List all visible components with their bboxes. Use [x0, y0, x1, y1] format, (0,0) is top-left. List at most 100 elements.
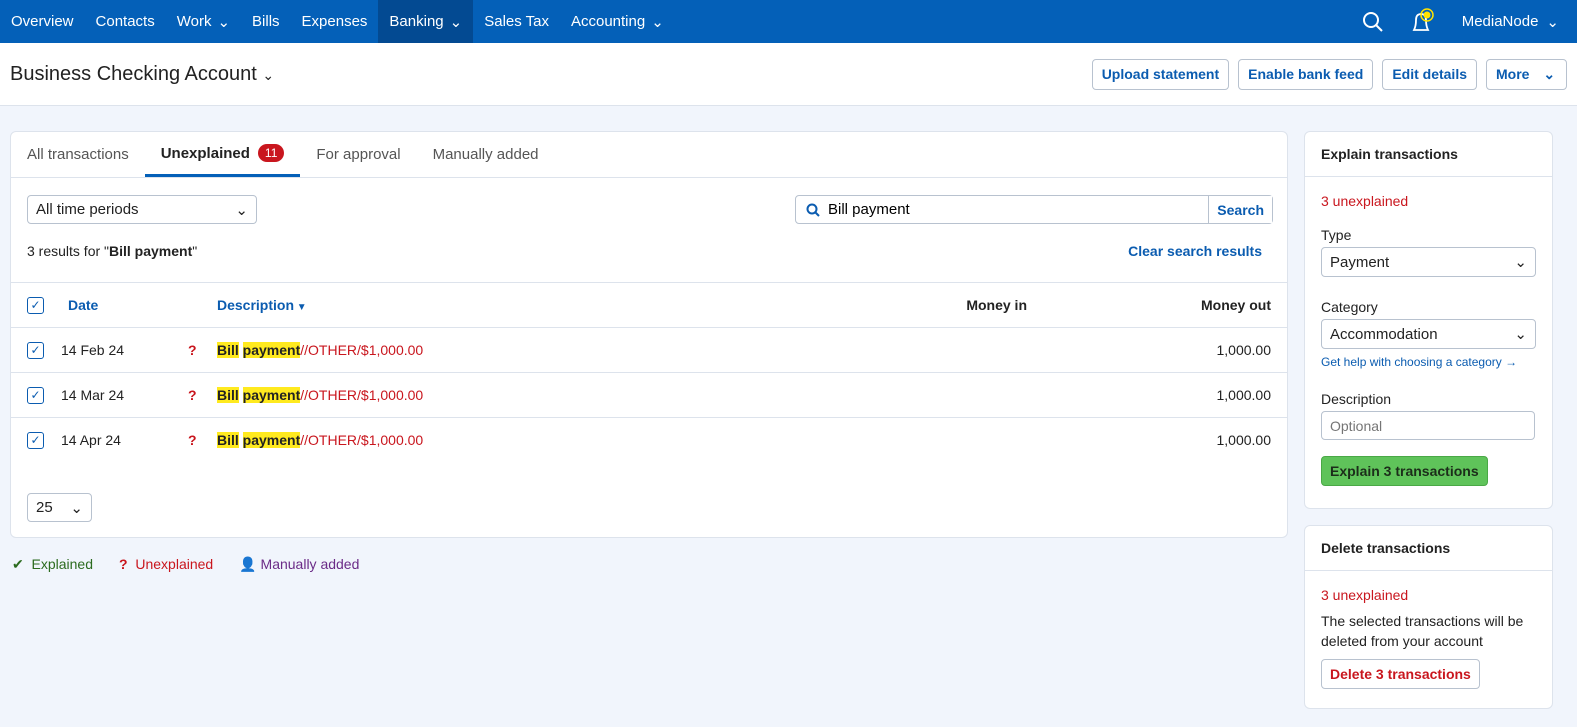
row-date: 14 Apr 24 [61, 432, 121, 448]
status-legend: ✔ Explained ? Unexplained 👤 Manually add… [12, 556, 359, 573]
results-prefix: 3 results for " [27, 243, 109, 259]
results-summary: 3 results for "Bill payment" [27, 243, 197, 259]
row-checkbox[interactable]: ✓ [27, 431, 44, 449]
tab-for-approval[interactable]: For approval [300, 132, 416, 177]
chevron-down-icon: ⌄ [651, 13, 664, 31]
nav-work[interactable]: Work ⌄ [166, 0, 241, 43]
nav-label: Overview [11, 13, 74, 30]
category-help-link[interactable]: Get help with choosing a category → [1321, 355, 1536, 369]
legend-manual: Manually added [260, 556, 360, 572]
nav-bills[interactable]: Bills [241, 0, 291, 43]
tab-label: For approval [316, 146, 401, 163]
clear-search-link[interactable]: Clear search results [1128, 243, 1262, 259]
tab-label: Unexplained [160, 144, 250, 162]
nav-accounting[interactable]: Accounting ⌄ [560, 0, 675, 43]
delete-title: Delete transactions [1305, 526, 1552, 571]
category-select[interactable]: Accommodation ⌄ [1321, 319, 1536, 349]
tab-all-transactions[interactable]: All transactions [11, 132, 145, 177]
chevron-down-icon: ⌄ [70, 499, 83, 517]
page-header: Business Checking Account ⌄ Upload state… [0, 43, 1577, 106]
chevron-down-icon: ⌄ [1514, 254, 1527, 271]
nav-contacts[interactable]: Contacts [85, 0, 166, 43]
sort-desc-icon: ▼ [294, 302, 307, 313]
chevron-down-icon: ⌄ [262, 66, 275, 83]
description-rest: //OTHER/$1,000.00 [300, 342, 424, 358]
description-input[interactable] [1321, 411, 1535, 440]
category-value: Accommodation [1330, 325, 1438, 343]
date-header[interactable]: Date [68, 297, 98, 313]
check-icon: ✔ [12, 556, 24, 572]
explain-button[interactable]: Explain 3 transactions [1321, 456, 1488, 486]
table-row[interactable]: ✓ 14 Feb 24 ? Bill payment//OTHER/$1,000… [11, 327, 1287, 372]
row-money-out: 1,000.00 [1216, 387, 1272, 403]
nav-label: Bills [252, 13, 280, 30]
row-date: 14 Mar 24 [61, 387, 125, 403]
category-label: Category [1321, 299, 1378, 315]
table-row[interactable]: ✓ 14 Apr 24 ? Bill payment//OTHER/$1,000… [11, 417, 1287, 462]
more-button[interactable]: More ⌄ [1486, 58, 1567, 90]
description-header-label: Description [217, 297, 295, 313]
highlight: Bill [217, 342, 239, 358]
type-value: Payment [1330, 253, 1390, 271]
unexplained-icon: ? [188, 432, 197, 448]
type-label: Type [1321, 227, 1352, 243]
explain-title: Explain transactions [1305, 132, 1552, 177]
results-term: Bill payment [109, 243, 193, 259]
nav-label: Expenses [301, 13, 368, 30]
upload-statement-button[interactable]: Upload statement [1091, 58, 1230, 90]
unexplained-icon: ? [188, 387, 197, 403]
row-description[interactable]: Bill payment//OTHER/$1,000.00 [217, 387, 423, 403]
description-header[interactable]: Description ▼ [217, 297, 307, 313]
results-suffix: " [192, 243, 198, 259]
highlight: payment [242, 387, 301, 403]
money-out-header: Money out [1201, 297, 1271, 313]
search-box: Search [795, 195, 1273, 224]
period-select[interactable]: All time periods ⌄ [27, 195, 257, 224]
nav-expenses[interactable]: Expenses [291, 0, 379, 43]
highlight: payment [242, 342, 301, 358]
enable-bank-feed-button[interactable]: Enable bank feed [1238, 58, 1374, 90]
row-checkbox[interactable]: ✓ [27, 386, 44, 404]
select-all-checkbox[interactable]: ✓ [27, 296, 44, 314]
delete-button[interactable]: Delete 3 transactions [1321, 659, 1480, 689]
nav-sales-tax[interactable]: Sales Tax [473, 0, 560, 43]
search-icon [806, 203, 820, 217]
delete-panel: Delete transactions 3 unexplained The se… [1304, 525, 1553, 709]
search-icon[interactable] [1362, 11, 1384, 33]
top-nav: Overview Contacts Work ⌄ Bills Expenses B… [0, 0, 1577, 43]
nav-label: Sales Tax [484, 13, 549, 30]
row-description[interactable]: Bill payment//OTHER/$1,000.00 [217, 342, 423, 358]
chevron-down-icon: ⌄ [235, 201, 248, 219]
nav-label: Banking [389, 13, 444, 30]
page-size-select[interactable]: 25 ⌄ [27, 493, 92, 522]
nav-banking[interactable]: Banking ⌄ [378, 0, 474, 43]
table-row[interactable]: ✓ 14 Mar 24 ? Bill payment//OTHER/$1,000… [11, 372, 1287, 417]
type-select[interactable]: Payment ⌄ [1321, 247, 1536, 277]
bell-icon[interactable] [1410, 7, 1436, 36]
edit-details-button[interactable]: Edit details [1382, 58, 1477, 90]
user-menu[interactable]: MediaNode ⌄ [1462, 13, 1559, 31]
row-date: 14 Feb 24 [61, 342, 125, 358]
chevron-down-icon: ⌄ [1546, 13, 1559, 31]
highlight: payment [242, 432, 301, 448]
highlight: Bill [217, 387, 239, 403]
tab-unexplained[interactable]: Unexplained 11 [144, 132, 301, 177]
chevron-down-icon: ⌄ [449, 13, 463, 31]
highlight: Bill [217, 432, 239, 448]
more-label: More [1496, 65, 1530, 82]
tab-manually-added[interactable]: Manually added [417, 132, 555, 177]
nav-label: Contacts [95, 13, 155, 30]
description-rest: //OTHER/$1,000.00 [300, 432, 424, 448]
row-description[interactable]: Bill payment//OTHER/$1,000.00 [217, 432, 423, 448]
row-checkbox[interactable]: ✓ [27, 341, 44, 359]
page-size-value: 25 [36, 499, 53, 516]
search-button[interactable]: Search [1208, 196, 1272, 223]
nav-overview[interactable]: Overview [0, 0, 85, 43]
money-in-header: Money in [966, 297, 1027, 313]
account-selector[interactable]: Business Checking Account ⌄ [10, 63, 274, 86]
legend-unexplained: Unexplained [135, 556, 214, 572]
tab-label: All transactions [27, 146, 129, 163]
search-input[interactable] [828, 196, 1209, 223]
delete-text: The selected transactions will be delete… [1321, 613, 1524, 649]
description-label: Description [1321, 391, 1392, 407]
